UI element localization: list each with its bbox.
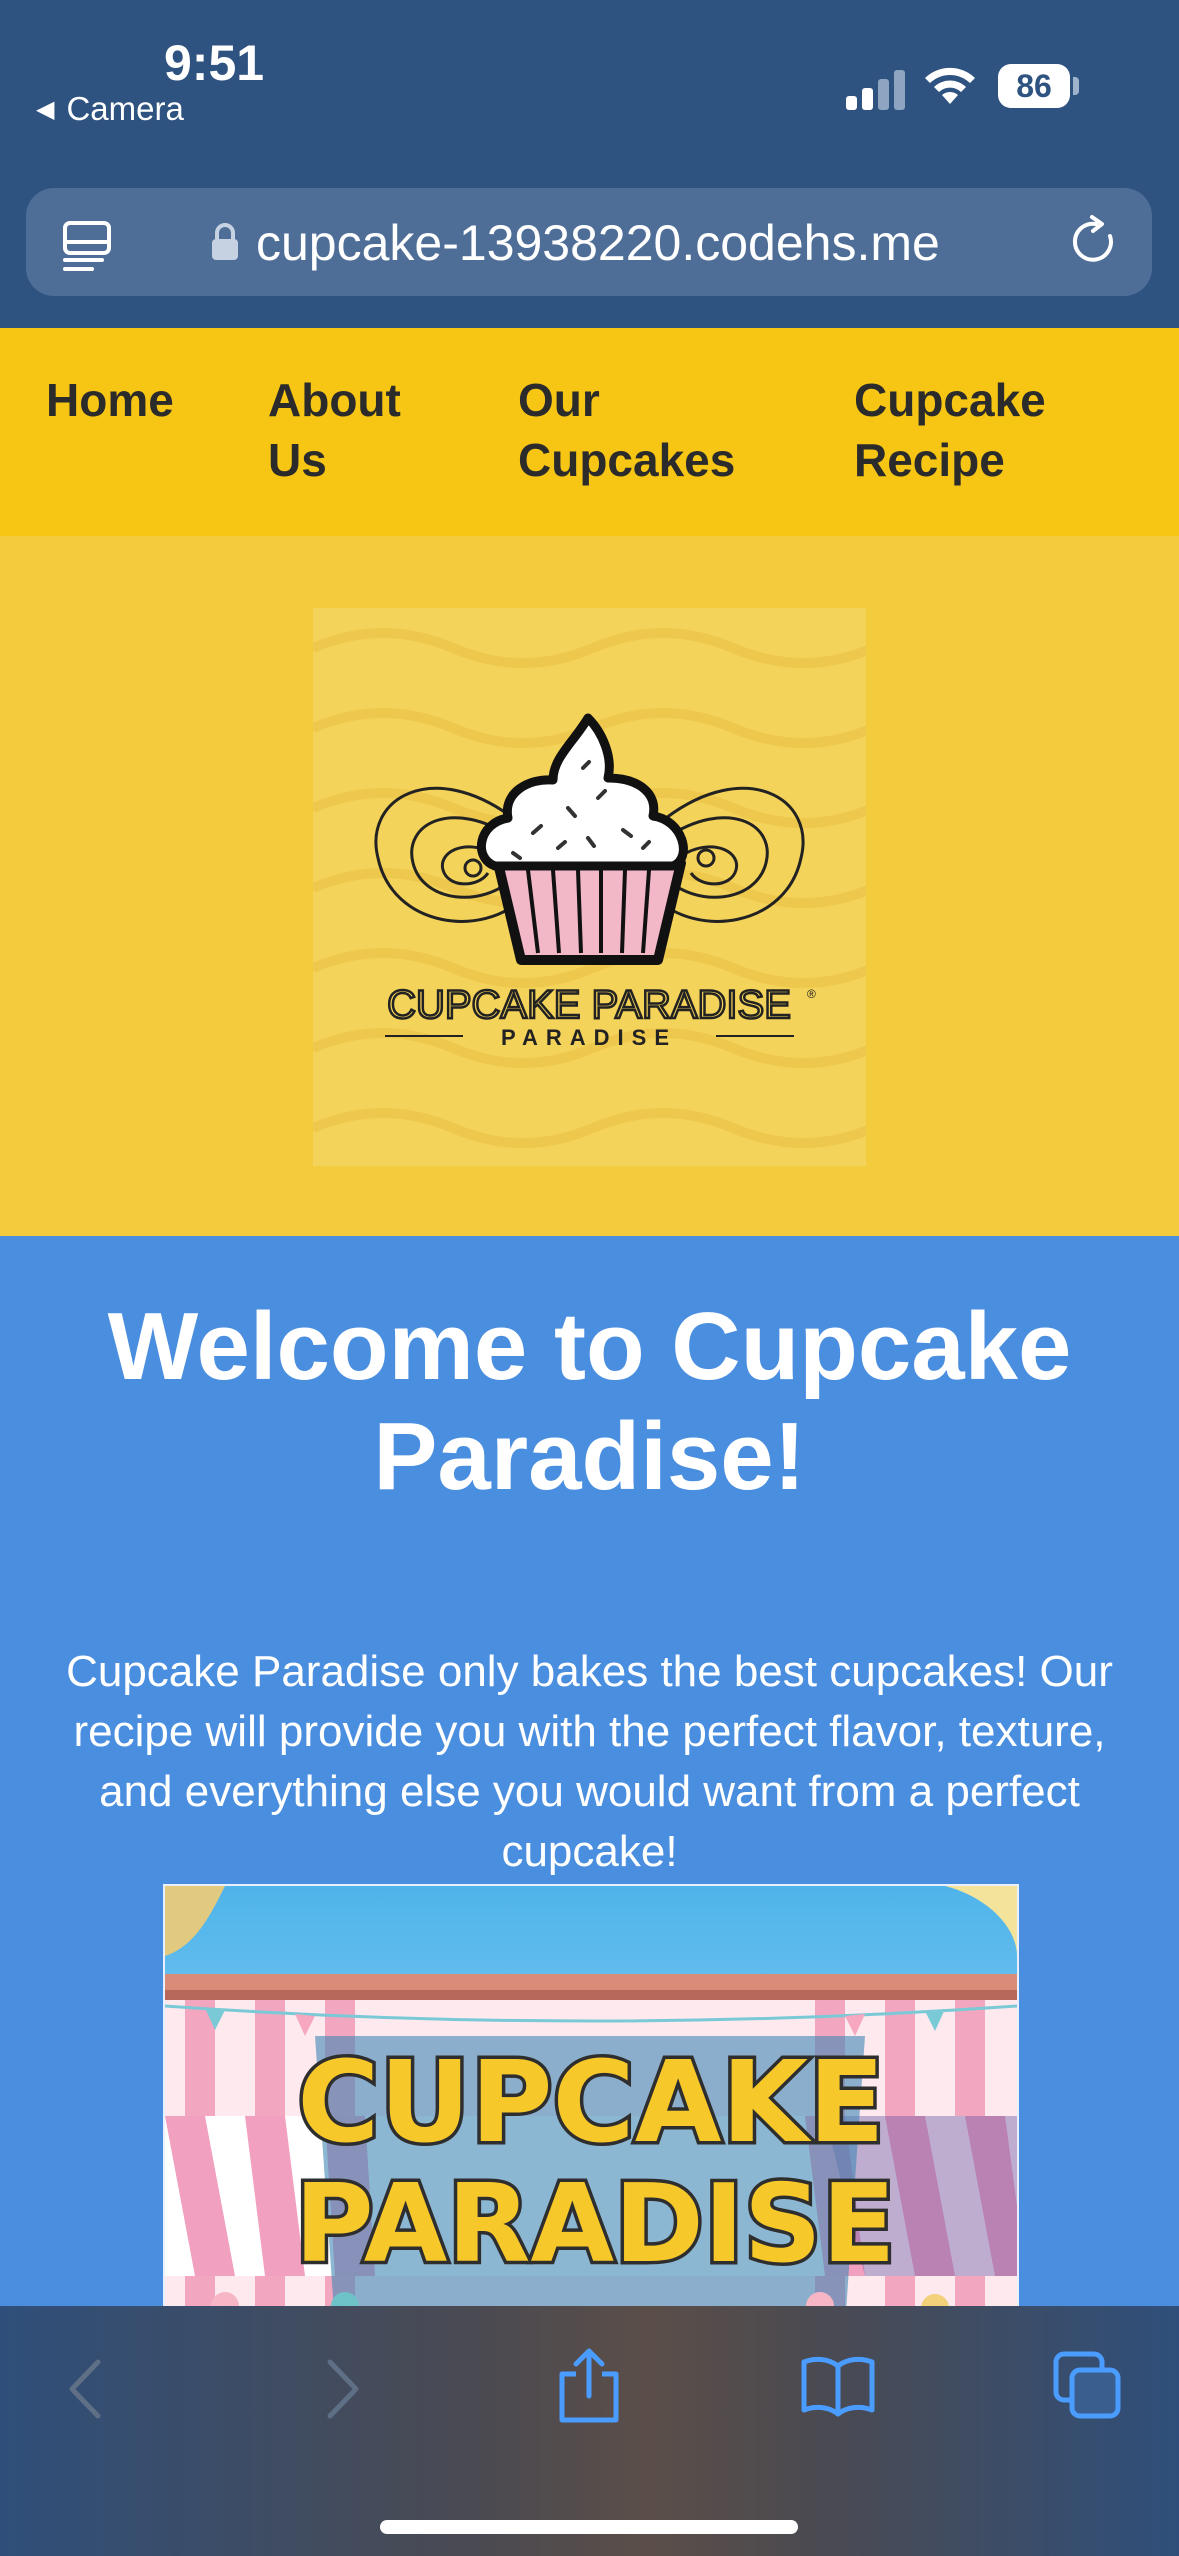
home-indicator[interactable] bbox=[380, 2520, 798, 2534]
url-text[interactable]: cupcake-13938220.codehs.me bbox=[256, 214, 940, 272]
welcome-text: Cupcake Paradise only bakes the best cup… bbox=[66, 1647, 1113, 1876]
wifi-icon bbox=[925, 67, 975, 104]
battery-level: 86 bbox=[998, 64, 1070, 108]
nav-home-link[interactable]: Home bbox=[46, 370, 286, 430]
back-to-app-link[interactable]: ◀ Camera bbox=[36, 90, 184, 128]
site-nav: Home About Us Our Cupcakes Cupcake Recip… bbox=[0, 328, 1179, 536]
back-triangle-icon: ◀ bbox=[36, 96, 55, 123]
lock-icon bbox=[212, 223, 238, 260]
banner-title-line1: CUPCAKE bbox=[297, 2038, 884, 2168]
cupcake-paradise-banner-image: CUPCAKE PARADISE bbox=[163, 1884, 1019, 2328]
browser-chrome: 9:51 ◀ Camera 86 cupcake-13938220.codehs.… bbox=[0, 0, 1179, 328]
nav-cupcakes-link[interactable]: Our Cupcakes bbox=[518, 370, 758, 490]
svg-text:®: ® bbox=[807, 987, 816, 1001]
nav-recipe-label-2: Recipe bbox=[854, 434, 1005, 486]
tabs-overview-icon[interactable] bbox=[1052, 2350, 1124, 2422]
nav-about-label-1: About bbox=[268, 374, 401, 426]
nav-about-link[interactable]: About Us bbox=[268, 370, 508, 490]
cupcake-paradise-logo: CUPCAKE PARADISE ® PARADISE bbox=[313, 608, 866, 1166]
nav-about-label-2: Us bbox=[268, 434, 327, 486]
nav-cupcakes-label-2: Cupcakes bbox=[518, 434, 736, 486]
logo-wordmark: CUPCAKE PARADISE bbox=[387, 983, 791, 1027]
logo-section: CUPCAKE PARADISE ® PARADISE bbox=[0, 536, 1179, 1236]
back-app-label: Camera bbox=[66, 90, 184, 127]
page-menu-icon[interactable] bbox=[62, 220, 112, 272]
battery-icon: 86 bbox=[998, 64, 1079, 108]
back-icon[interactable] bbox=[62, 2356, 106, 2422]
nav-recipe-link[interactable]: Cupcake Recipe bbox=[854, 370, 1094, 490]
banner-title-line2: PARADISE bbox=[295, 2162, 896, 2287]
nav-recipe-label-1: Cupcake bbox=[854, 374, 1046, 426]
cellular-signal-icon bbox=[846, 66, 906, 110]
nav-cupcakes-label-1: Our bbox=[518, 374, 600, 426]
bookmarks-icon[interactable] bbox=[800, 2352, 876, 2418]
share-icon[interactable] bbox=[556, 2346, 622, 2426]
welcome-title: Welcome to Cupcake Paradise! bbox=[107, 1293, 1072, 1510]
status-time: 9:51 bbox=[164, 35, 265, 91]
reload-icon[interactable] bbox=[1066, 214, 1122, 270]
forward-icon[interactable] bbox=[322, 2356, 366, 2422]
browser-toolbar bbox=[0, 2306, 1179, 2556]
address-bar[interactable]: cupcake-13938220.codehs.me bbox=[26, 188, 1152, 296]
nav-home-label: Home bbox=[46, 374, 174, 426]
logo-subtitle: PARADISE bbox=[501, 1025, 677, 1050]
